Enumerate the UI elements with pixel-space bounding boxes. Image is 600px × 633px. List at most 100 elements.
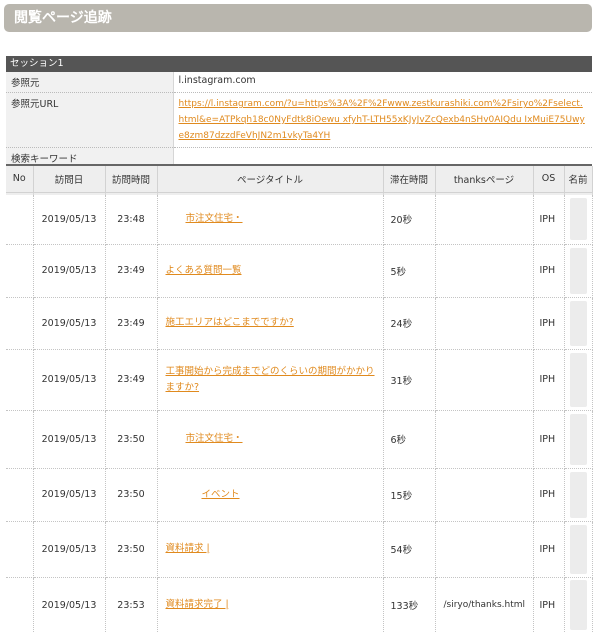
os-value: IPH: [533, 297, 565, 350]
os-value: IPH: [533, 349, 565, 411]
row-no: [6, 521, 34, 578]
name-cell: [564, 410, 593, 469]
visit-date: 2019/05/13: [33, 577, 106, 633]
referrer-row: 参照元 l.instagram.com: [6, 72, 592, 93]
page-title-link[interactable]: 資料請求 |: [166, 543, 210, 554]
page-title-link[interactable]: 資料請求完了 |: [166, 599, 229, 610]
stay-time: 31秒: [383, 349, 436, 411]
name-cell: [564, 297, 593, 350]
page-title-cell: 資料請求 |: [157, 521, 384, 578]
column-header-stay: 滞在時間: [383, 166, 436, 193]
os-value: IPH: [533, 410, 565, 469]
name-cell: [564, 577, 593, 633]
page-title-cell: よくある質問一覧: [157, 244, 384, 298]
page-title-cell: 市注文住宅・: [157, 410, 384, 469]
visit-time: 23:49: [105, 244, 158, 298]
page-title-link[interactable]: 市注文住宅・: [186, 433, 243, 444]
page-title-link[interactable]: 施工エリアはどこまでですか?: [166, 317, 294, 328]
column-header-date: 訪問日: [33, 166, 106, 193]
column-header-no: No: [6, 166, 34, 193]
name-placeholder: [569, 524, 587, 574]
row-no: [6, 244, 34, 298]
column-header-os: OS: [533, 166, 565, 193]
visit-time: 23:53: [105, 577, 158, 633]
column-header-page-title: ページタイトル: [157, 166, 384, 193]
referrer-url-label: 参照元URL: [6, 92, 174, 148]
table-row: 2019/05/13 23:49 施工エリアはどこまでですか? 24秒 IPH: [6, 297, 593, 350]
table-row: 2019/05/13 23:49 よくある質問一覧 5秒 IPH: [6, 244, 593, 298]
thanks-page: /siryo/thanks.html: [435, 577, 534, 633]
table-header-row: No 訪問日 訪問時間 ページタイトル 滞在時間 thanksページ OS 名前: [6, 166, 593, 193]
page-title-cell: イベント: [157, 468, 384, 522]
visit-date: 2019/05/13: [33, 195, 106, 245]
table-row: 2019/05/13 23:50 資料請求 | 54秒 IPH: [6, 521, 593, 578]
visit-date: 2019/05/13: [33, 410, 106, 469]
name-placeholder: [569, 198, 587, 241]
visit-date: 2019/05/13: [33, 244, 106, 298]
thanks-page: [435, 521, 534, 578]
stay-time: 20秒: [383, 195, 436, 245]
page-title-cell: 市注文住宅・: [157, 195, 384, 245]
name-cell: [564, 349, 593, 411]
page-title-link[interactable]: よくある質問一覧: [166, 265, 242, 276]
referrer-url-cell: https://l.instagram.com/?u=https%3A%2F%2…: [173, 92, 592, 148]
visit-time: 23:50: [105, 521, 158, 578]
name-cell: [564, 244, 593, 298]
name-placeholder: [569, 247, 587, 294]
table-row: 2019/05/13 23:49 工事開始から完成までどのくらいの期間がかかりま…: [6, 349, 593, 411]
table-row: 2019/05/13 23:53 資料請求完了 | 133秒 /siryo/th…: [6, 577, 593, 633]
row-no: [6, 468, 34, 522]
os-value: IPH: [533, 244, 565, 298]
stay-time: 24秒: [383, 297, 436, 350]
column-header-thanks: thanksページ: [435, 166, 534, 193]
name-placeholder: [569, 471, 587, 518]
table-row: 2019/05/13 23:50 イベント 15秒 IPH: [6, 468, 593, 522]
name-cell: [564, 468, 593, 522]
stay-time: 133秒: [383, 577, 436, 633]
page-title-link[interactable]: 工事開始から完成までどのくらいの期間がかかりますか?: [166, 366, 375, 393]
name-cell: [564, 521, 593, 578]
row-no: [6, 297, 34, 350]
name-placeholder: [569, 580, 587, 630]
visit-date: 2019/05/13: [33, 349, 106, 411]
thanks-page: [435, 410, 534, 469]
page-title-cell: 資料請求完了 |: [157, 577, 384, 633]
visit-time: 23:50: [105, 410, 158, 469]
column-header-time: 訪問時間: [105, 166, 158, 193]
thanks-page: [435, 468, 534, 522]
referrer-url-link[interactable]: https://l.instagram.com/?u=https%3A%2F%2…: [179, 99, 585, 141]
page-title-link[interactable]: 市注文住宅・: [186, 213, 243, 224]
referrer-value: l.instagram.com: [173, 72, 592, 93]
thanks-page: [435, 297, 534, 350]
row-no: [6, 577, 34, 633]
visit-time: 23:49: [105, 349, 158, 411]
visit-date: 2019/05/13: [33, 468, 106, 522]
thanks-page: [435, 195, 534, 245]
visit-time: 23:49: [105, 297, 158, 350]
session-header: セッション1: [6, 56, 592, 72]
stay-time: 6秒: [383, 410, 436, 469]
visit-date: 2019/05/13: [33, 521, 106, 578]
name-cell: [564, 195, 593, 245]
page-title-cell: 工事開始から完成までどのくらいの期間がかかりますか?: [157, 349, 384, 411]
page-view-table: No 訪問日 訪問時間 ページタイトル 滞在時間 thanksページ OS 名前…: [6, 166, 593, 633]
os-value: IPH: [533, 521, 565, 578]
row-no: [6, 410, 34, 469]
page-title: 閲覧ページ追跡: [4, 4, 592, 32]
name-placeholder: [569, 413, 587, 465]
row-no: [6, 349, 34, 411]
row-no: [6, 195, 34, 245]
page-title-link[interactable]: イベント: [202, 489, 240, 500]
visit-date: 2019/05/13: [33, 297, 106, 350]
name-placeholder: [569, 300, 587, 346]
stay-time: 5秒: [383, 244, 436, 298]
page-title-cell: 施工エリアはどこまでですか?: [157, 297, 384, 350]
referrer-label: 参照元: [6, 72, 174, 93]
referrer-url-row: 参照元URL https://l.instagram.com/?u=https%…: [6, 92, 592, 148]
os-value: IPH: [533, 195, 565, 245]
visit-time: 23:50: [105, 468, 158, 522]
visit-time: 23:48: [105, 195, 158, 245]
thanks-page: [435, 349, 534, 411]
session-info-table: 参照元 l.instagram.com 参照元URL https://l.ins…: [6, 72, 592, 169]
column-header-name: 名前: [564, 166, 593, 193]
